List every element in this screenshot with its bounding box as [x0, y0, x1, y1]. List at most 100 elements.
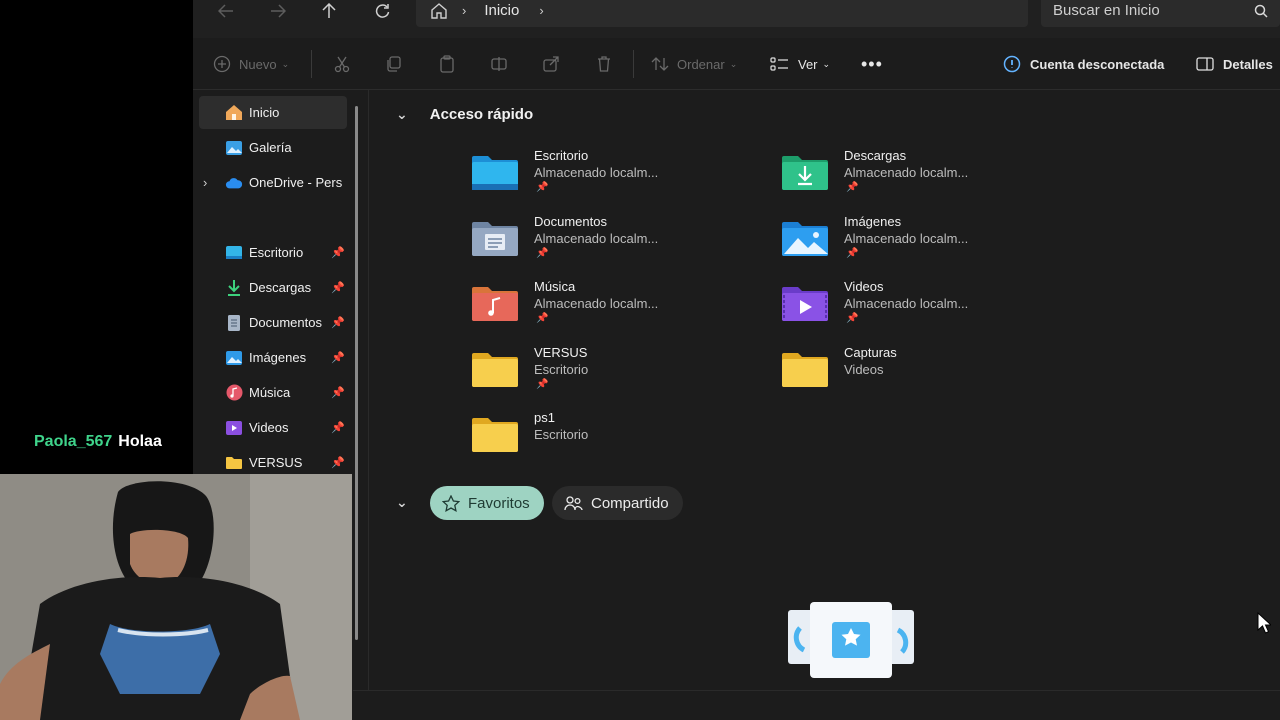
quick-access-item[interactable]: Música Almacenado localm... 📌	[470, 279, 760, 334]
item-location: Almacenado localm...	[534, 165, 659, 180]
new-label: Nuevo	[239, 56, 277, 72]
sort-button[interactable]: Ordenar ⌄	[651, 52, 737, 76]
pin-icon: 📌	[536, 379, 549, 390]
sidebar-scrollbar[interactable]	[355, 106, 358, 640]
refresh-icon	[375, 4, 390, 18]
status-bar	[353, 690, 1280, 720]
folder-icon	[472, 418, 518, 452]
sidebar-item-escritorio[interactable]: Escritorio 📌	[199, 236, 347, 269]
pin-icon: 📌	[331, 317, 345, 329]
item-name: ps1	[534, 410, 555, 425]
gallery-icon	[225, 139, 243, 157]
search-box[interactable]: Buscar en Inicio	[1041, 0, 1280, 27]
breadcrumb-current[interactable]: Inicio	[484, 2, 519, 19]
quick-access-item[interactable]: Descargas Almacenado localm... 📌	[780, 148, 1070, 203]
cut-button[interactable]	[333, 52, 351, 76]
tab-favorites[interactable]: Favoritos	[430, 486, 544, 520]
item-location: Almacenado localm...	[534, 231, 659, 246]
share-button[interactable]	[542, 52, 560, 76]
item-location: Almacenado localm...	[844, 165, 969, 180]
item-name: Música	[534, 279, 576, 294]
chevron-down-icon[interactable]: ⌄	[396, 106, 408, 123]
chevron-down-icon: ⌄	[822, 58, 831, 69]
home-icon[interactable]	[430, 2, 448, 19]
quick-access-item[interactable]: Capturas Videos	[780, 345, 1070, 400]
item-name: Imágenes	[844, 214, 902, 229]
address-bar[interactable]: › Inicio ›	[416, 0, 1028, 27]
document-icon	[225, 314, 243, 332]
quick-access-item[interactable]: Documentos Almacenado localm... 📌	[470, 214, 760, 269]
sidebar-item-label: Documentos	[249, 315, 322, 330]
star-icon	[442, 494, 460, 512]
pin-icon: 📌	[536, 248, 549, 259]
navigation-pane: Inicio Galería › OneDrive - Pers Escrito…	[193, 90, 363, 490]
downloads-folder-icon	[782, 156, 828, 190]
pin-icon: 📌	[846, 313, 859, 324]
tab-shared[interactable]: Compartido	[552, 486, 683, 520]
pin-icon: 📌	[331, 247, 345, 259]
item-name: VERSUS	[534, 345, 588, 360]
chevron-down-icon[interactable]: ⌄	[396, 494, 408, 511]
copy-button[interactable]	[385, 52, 403, 76]
chevron-down-icon: ⌄	[729, 58, 738, 69]
folder-icon	[782, 353, 828, 387]
sidebar-item-documentos[interactable]: Documentos 📌	[199, 306, 347, 339]
quick-access-item[interactable]: ps1 Escritorio	[470, 410, 760, 465]
copy-icon	[387, 56, 401, 72]
delete-button[interactable]	[595, 52, 613, 76]
details-button[interactable]: Detalles	[1196, 52, 1273, 76]
section-title: Acceso rápido	[429, 106, 534, 123]
chat-message: Paola_567 Holaa	[34, 433, 162, 451]
videos-folder-icon	[782, 287, 828, 321]
arrow-right-icon	[271, 4, 286, 18]
new-button[interactable]: Nuevo ⌄	[213, 52, 289, 76]
account-status-button[interactable]: Cuenta desconectada	[1003, 52, 1164, 76]
download-icon	[225, 279, 243, 297]
favorites-section-toggle[interactable]: ⌄	[396, 494, 408, 511]
arrow-left-icon	[218, 4, 233, 18]
streamer-figure	[0, 474, 352, 720]
chevron-down-icon: ⌄	[281, 58, 290, 69]
sidebar-item-onedrive[interactable]: › OneDrive - Pers	[199, 166, 347, 199]
pin-icon: 📌	[536, 182, 549, 193]
sidebar-item-videos[interactable]: Videos 📌	[199, 411, 347, 444]
quick-access-item[interactable]: VERSUS Escritorio 📌	[470, 345, 760, 400]
item-location: Escritorio	[534, 362, 589, 377]
sidebar-item-label: Escritorio	[249, 245, 304, 260]
sidebar-item-label: Videos	[249, 420, 289, 435]
search-input[interactable]: Buscar en Inicio	[1053, 2, 1254, 19]
folder-icon	[472, 353, 518, 387]
list-view-icon	[770, 57, 788, 71]
quick-access-item[interactable]: Escritorio Almacenado localm... 📌	[470, 148, 760, 203]
sidebar-item-descargas[interactable]: Descargas 📌	[199, 271, 347, 304]
rename-button[interactable]	[490, 52, 508, 76]
sidebar-item-galeria[interactable]: Galería	[199, 131, 347, 164]
refresh-button[interactable]	[367, 0, 397, 22]
view-button[interactable]: Ver ⌄	[770, 52, 830, 76]
chevron-right-icon[interactable]: ›	[203, 175, 207, 190]
item-name: Videos	[844, 279, 884, 294]
sidebar-item-imagenes[interactable]: Imágenes 📌	[199, 341, 347, 374]
up-button[interactable]	[314, 0, 344, 22]
quick-access-item[interactable]: Imágenes Almacenado localm... 📌	[780, 214, 1070, 269]
item-location: Almacenado localm...	[844, 296, 969, 311]
quick-access-item[interactable]: Videos Almacenado localm... 📌	[780, 279, 1070, 334]
desktop-icon	[225, 244, 243, 262]
pin-icon: 📌	[331, 457, 345, 469]
chevron-right-icon[interactable]: ›	[462, 3, 466, 18]
more-options-button[interactable]: •••	[861, 52, 883, 76]
sidebar-item-label: Música	[249, 385, 291, 400]
chevron-right-icon[interactable]: ›	[539, 3, 543, 18]
sidebar-item-musica[interactable]: Música 📌	[199, 376, 347, 409]
details-pane-icon	[1196, 57, 1214, 71]
item-location: Videos	[844, 362, 884, 377]
pane-divider[interactable]	[368, 90, 369, 690]
forward-button[interactable]	[263, 0, 293, 22]
pin-icon: 📌	[331, 352, 345, 364]
quick-access-header[interactable]: ⌄ Acceso rápido	[396, 106, 533, 123]
back-button[interactable]	[211, 0, 241, 22]
sidebar-item-inicio[interactable]: Inicio	[199, 96, 347, 129]
chat-username: Paola_567	[34, 433, 113, 450]
paste-button[interactable]	[438, 52, 456, 76]
title-bar: › Inicio › Buscar en Inicio	[193, 0, 1280, 38]
